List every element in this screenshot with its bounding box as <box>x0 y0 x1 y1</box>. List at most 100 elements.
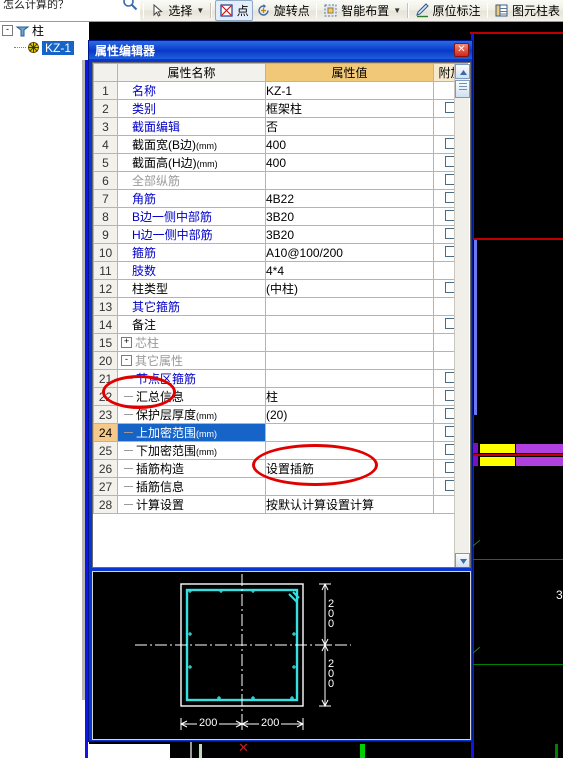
table-row[interactable]: 23 保护层厚度(mm) (20) <box>93 405 468 424</box>
table-row[interactable]: 28 计算设置 按默认计算设置计算 <box>93 495 468 514</box>
scrollbar-thumb[interactable] <box>455 80 470 98</box>
row-property-value[interactable] <box>265 297 434 316</box>
chevron-down-icon[interactable]: ▼ <box>196 6 204 15</box>
toolbar-button-point[interactable]: 点 <box>214 0 253 21</box>
row-property-name[interactable]: 插筋信息 <box>117 477 266 496</box>
row-property-name[interactable]: 柱类型 <box>117 279 266 298</box>
row-property-value[interactable]: 4B22 <box>265 189 434 208</box>
scroll-down-icon[interactable] <box>455 553 470 567</box>
search-strip[interactable]: 怎么计算的？ <box>0 0 140 22</box>
tree-expander-collapse-icon[interactable]: - <box>2 25 13 36</box>
row-property-name[interactable]: 节点区箍筋 <box>117 369 266 388</box>
row-property-name[interactable]: 下加密范围(mm) <box>117 441 266 460</box>
row-property-value[interactable]: KZ-1 <box>265 81 434 100</box>
section-preview[interactable]: 200 200 200 200 <box>92 571 471 740</box>
cad-green-line-2 <box>473 664 563 665</box>
table-row[interactable]: 4 截面宽(B边)(mm) 400 <box>93 135 468 154</box>
row-property-value[interactable]: 否 <box>265 117 434 136</box>
toolbar-button-element-column-table[interactable]: 图元柱表 <box>491 1 563 20</box>
row-property-value[interactable] <box>265 333 434 352</box>
row-property-value[interactable]: 设置插筋 <box>265 459 434 478</box>
row-property-name[interactable]: B边一侧中部筋 <box>117 207 266 226</box>
row-property-value[interactable] <box>265 423 434 442</box>
row-property-name[interactable]: 截面高(H边)(mm) <box>117 153 266 172</box>
row-property-name[interactable]: 角筋 <box>117 189 266 208</box>
table-row[interactable]: 7 角筋 4B22 <box>93 189 468 208</box>
row-property-name[interactable]: + 芯柱 <box>117 333 266 352</box>
row-property-name[interactable]: - 其它属性 <box>117 351 266 370</box>
table-row[interactable]: 11 肢数 4*4 <box>93 261 468 280</box>
table-row[interactable]: 3 截面编辑 否 <box>93 117 468 136</box>
component-tree[interactable]: - 柱 KZ-1 <box>2 22 88 62</box>
toolbar-button-in-place-annotation[interactable]: 原位标注 <box>412 1 484 20</box>
chevron-down-icon-2[interactable]: ▼ <box>393 6 401 15</box>
table-row[interactable]: 21 节点区箍筋 <box>93 369 468 388</box>
table-row[interactable]: 2 类别 框架柱 <box>93 99 468 118</box>
row-property-value[interactable]: 框架柱 <box>265 99 434 118</box>
toolbar-button-rotate-point[interactable]: 旋转点 <box>253 1 313 20</box>
row-property-value[interactable]: 400 <box>265 135 434 154</box>
table-row[interactable]: 6 全部纵筋 <box>93 171 468 190</box>
row-property-name[interactable]: 其它箍筋 <box>117 297 266 316</box>
properties-table-container[interactable]: 属性名称 属性值 附加 1 名称 KZ-1 2 类别 框架柱 3 截面编辑 否 4 截面宽(B边)(… <box>92 62 471 568</box>
row-property-name[interactable]: 肢数 <box>117 261 266 280</box>
row-property-name[interactable]: 计算设置 <box>117 495 266 514</box>
row-property-name[interactable]: 全部纵筋 <box>117 171 266 190</box>
toolbar-button-select[interactable]: 选择 ▼ <box>147 1 207 20</box>
row-property-name[interactable]: 插筋构造 <box>117 459 266 478</box>
row-property-name[interactable]: 上加密范围(mm) <box>117 423 266 442</box>
row-property-value[interactable]: 3B20 <box>265 207 434 226</box>
row-property-value[interactable]: 4*4 <box>265 261 434 280</box>
row-property-name[interactable]: 名称 <box>117 81 266 100</box>
row-property-value[interactable]: 柱 <box>265 387 434 406</box>
row-property-value[interactable]: A10@100/200 <box>265 243 434 262</box>
row-property-value[interactable]: (中柱) <box>265 279 434 298</box>
row-property-name[interactable]: 保护层厚度(mm) <box>117 405 266 424</box>
tree-label-kz1[interactable]: KZ-1 <box>42 40 75 55</box>
table-row[interactable]: 8 B边一侧中部筋 3B20 <box>93 207 468 226</box>
dialog-titlebar[interactable]: 属性编辑器 ✕ <box>89 41 472 59</box>
row-property-value[interactable]: 3B20 <box>265 225 434 244</box>
table-row[interactable]: 15 + 芯柱 <box>93 333 468 352</box>
expand-icon[interactable]: + <box>121 337 132 348</box>
row-property-value[interactable]: 400 <box>265 153 434 172</box>
property-editor-dialog[interactable]: 属性编辑器 ✕ 属性名称 属性值 附加 1 名称 KZ-1 2 类别 框架柱 3 截面编辑否 4… <box>88 40 473 742</box>
row-property-name[interactable]: 箍筋 <box>117 243 266 262</box>
table-row[interactable]: 1 名称 KZ-1 <box>93 81 468 100</box>
table-row[interactable]: 22 汇总信息 柱 <box>93 387 468 406</box>
row-property-name[interactable]: H边一侧中部筋 <box>117 225 266 244</box>
close-icon[interactable]: ✕ <box>454 43 469 57</box>
table-row[interactable]: 9 H边一侧中部筋 3B20 <box>93 225 468 244</box>
row-property-value[interactable] <box>265 441 434 460</box>
table-row[interactable]: 26 插筋构造 设置插筋 <box>93 459 468 478</box>
table-row[interactable]: 10 箍筋 A10@100/200 <box>93 243 468 262</box>
table-row[interactable]: 20- 其它属性 <box>93 351 468 370</box>
row-property-value[interactable] <box>265 171 434 190</box>
row-property-name[interactable]: 截面宽(B边)(mm) <box>117 135 266 154</box>
row-property-value[interactable] <box>265 369 434 388</box>
row-property-value[interactable] <box>265 351 434 370</box>
row-property-name[interactable]: 备注 <box>117 315 266 334</box>
table-row[interactable]: 27 插筋信息 <box>93 477 468 496</box>
tree-row-column[interactable]: - 柱 <box>2 22 88 39</box>
collapse-icon[interactable]: - <box>121 355 132 366</box>
table-row[interactable]: 13 其它箍筋 <box>93 297 468 316</box>
table-row[interactable]: 14 备注 <box>93 315 468 334</box>
scroll-up-icon[interactable] <box>455 64 470 79</box>
row-property-name[interactable]: 类别 <box>117 99 266 118</box>
table-scrollbar[interactable] <box>454 64 470 567</box>
toolbar-label-select: 选择 <box>168 4 193 18</box>
row-property-value[interactable] <box>265 315 434 334</box>
table-row[interactable]: 5 截面高(H边)(mm) 400 <box>93 153 468 172</box>
row-property-value[interactable] <box>265 477 434 496</box>
tree-row-kz1[interactable]: KZ-1 <box>2 39 88 56</box>
row-property-name[interactable]: 汇总信息 <box>117 387 266 406</box>
table-row[interactable]: 24 上加密范围(mm) <box>93 423 468 442</box>
search-icon[interactable] <box>122 0 138 11</box>
table-row[interactable]: 12 柱类型 (中柱) <box>93 279 468 298</box>
row-property-name[interactable]: 截面编辑 <box>117 117 266 136</box>
row-property-value[interactable]: (20) <box>265 405 434 424</box>
toolbar-button-smart-layout[interactable]: 智能布置 ▼ <box>320 1 404 20</box>
row-property-value[interactable]: 按默认计算设置计算 <box>265 495 434 514</box>
table-row[interactable]: 25 下加密范围(mm) <box>93 441 468 460</box>
